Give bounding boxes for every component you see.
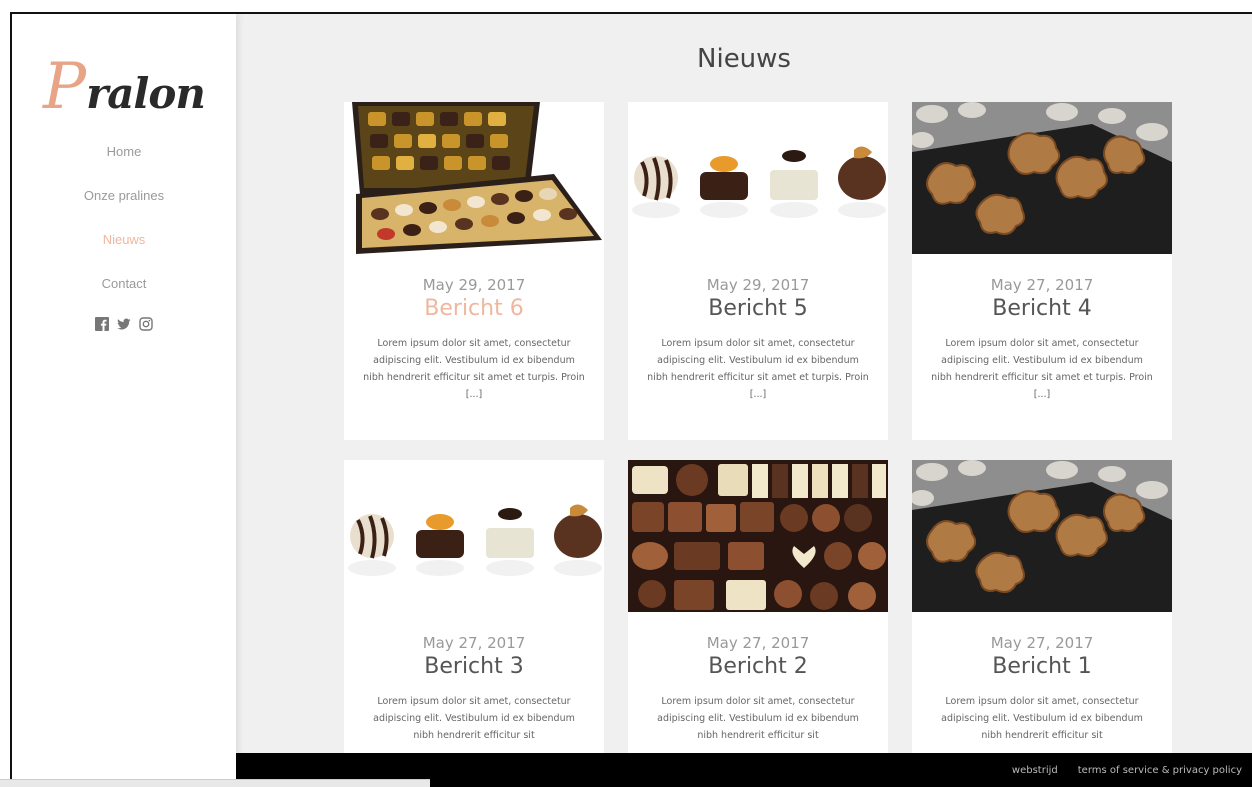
facebook-icon[interactable] [95,316,109,331]
post-image-chocolate-box[interactable] [344,102,604,254]
sidebar: Pralon Home Onze pralines Nieuws Contact [12,14,236,787]
nav-item-nieuws[interactable]: Nieuws [12,232,236,247]
post-image-chocolate-assortment[interactable] [628,460,888,612]
post-excerpt: Lorem ipsum dolor sit amet, consectetur … [657,696,859,741]
page-title: Nieuws [697,44,791,74]
post-title[interactable]: Bericht 5 [646,296,870,321]
logo[interactable]: Pralon [12,50,236,124]
news-card[interactable]: May 27, 2017 Bericht 1 Lorem ipsum dolor… [912,460,1172,787]
social-links [12,316,236,331]
card-body: May 27, 2017 Bericht 1 Lorem ipsum dolor… [912,634,1172,744]
post-date: May 27, 2017 [990,634,1094,652]
post-excerpt: Lorem ipsum dolor sit amet, consectetur … [931,338,1153,400]
post-date: May 29, 2017 [422,276,526,294]
post-excerpt: Lorem ipsum dolor sit amet, consectetur … [373,696,575,741]
main-content: Nieuws May 29, 2017 Bericht 6 Lorem ipsu… [236,14,1252,787]
post-excerpt: Lorem ipsum dolor sit amet, consectetur … [363,338,585,400]
post-image-nut-clusters[interactable] [912,460,1172,612]
post-excerpt: Lorem ipsum dolor sit amet, consectetur … [941,696,1143,741]
card-body: May 29, 2017 Bericht 6 Lorem ipsum dolor… [344,276,604,403]
instagram-icon[interactable] [139,316,153,331]
nav-item-onze-pralines[interactable]: Onze pralines [12,188,236,203]
twitter-icon[interactable] [117,316,131,330]
post-date: May 27, 2017 [422,634,526,652]
post-excerpt: Lorem ipsum dolor sit amet, consectetur … [647,338,869,400]
footer-legal-link[interactable]: terms of service & privacy policy [1078,765,1242,776]
logo-initial: P [43,50,87,124]
post-date: May 29, 2017 [706,276,810,294]
browser-status-bar [0,779,430,787]
news-grid: May 29, 2017 Bericht 6 Lorem ipsum dolor… [344,102,1172,787]
logo-text: ralon [86,69,206,118]
post-title[interactable]: Bericht 1 [930,654,1154,679]
news-card[interactable]: May 27, 2017 Bericht 4 Lorem ipsum dolor… [912,102,1172,440]
post-title[interactable]: Bericht 6 [362,296,586,321]
card-body: May 27, 2017 Bericht 2 Lorem ipsum dolor… [628,634,888,744]
post-date: May 27, 2017 [706,634,810,652]
post-image-nut-clusters[interactable] [912,102,1172,254]
card-body: May 29, 2017 Bericht 5 Lorem ipsum dolor… [628,276,888,403]
nav-item-home[interactable]: Home [12,144,236,159]
post-image-pralines-row[interactable] [628,102,888,254]
post-date: May 27, 2017 [990,276,1094,294]
footer-credit-link[interactable]: webstrijd [1012,765,1058,776]
post-image-pralines-row[interactable] [344,460,604,612]
news-card[interactable]: May 27, 2017 Bericht 2 Lorem ipsum dolor… [628,460,888,787]
browser-viewport: Pralon Home Onze pralines Nieuws Contact… [10,12,1252,787]
news-card[interactable]: May 27, 2017 Bericht 3 Lorem ipsum dolor… [344,460,604,787]
nav-item-contact[interactable]: Contact [12,276,236,291]
news-card[interactable]: May 29, 2017 Bericht 5 Lorem ipsum dolor… [628,102,888,440]
main-nav: Home Onze pralines Nieuws Contact [12,144,236,291]
post-title[interactable]: Bericht 3 [362,654,586,679]
card-body: May 27, 2017 Bericht 3 Lorem ipsum dolor… [344,634,604,744]
news-card[interactable]: May 29, 2017 Bericht 6 Lorem ipsum dolor… [344,102,604,440]
post-title[interactable]: Bericht 4 [930,296,1154,321]
card-body: May 27, 2017 Bericht 4 Lorem ipsum dolor… [912,276,1172,403]
post-title[interactable]: Bericht 2 [646,654,870,679]
